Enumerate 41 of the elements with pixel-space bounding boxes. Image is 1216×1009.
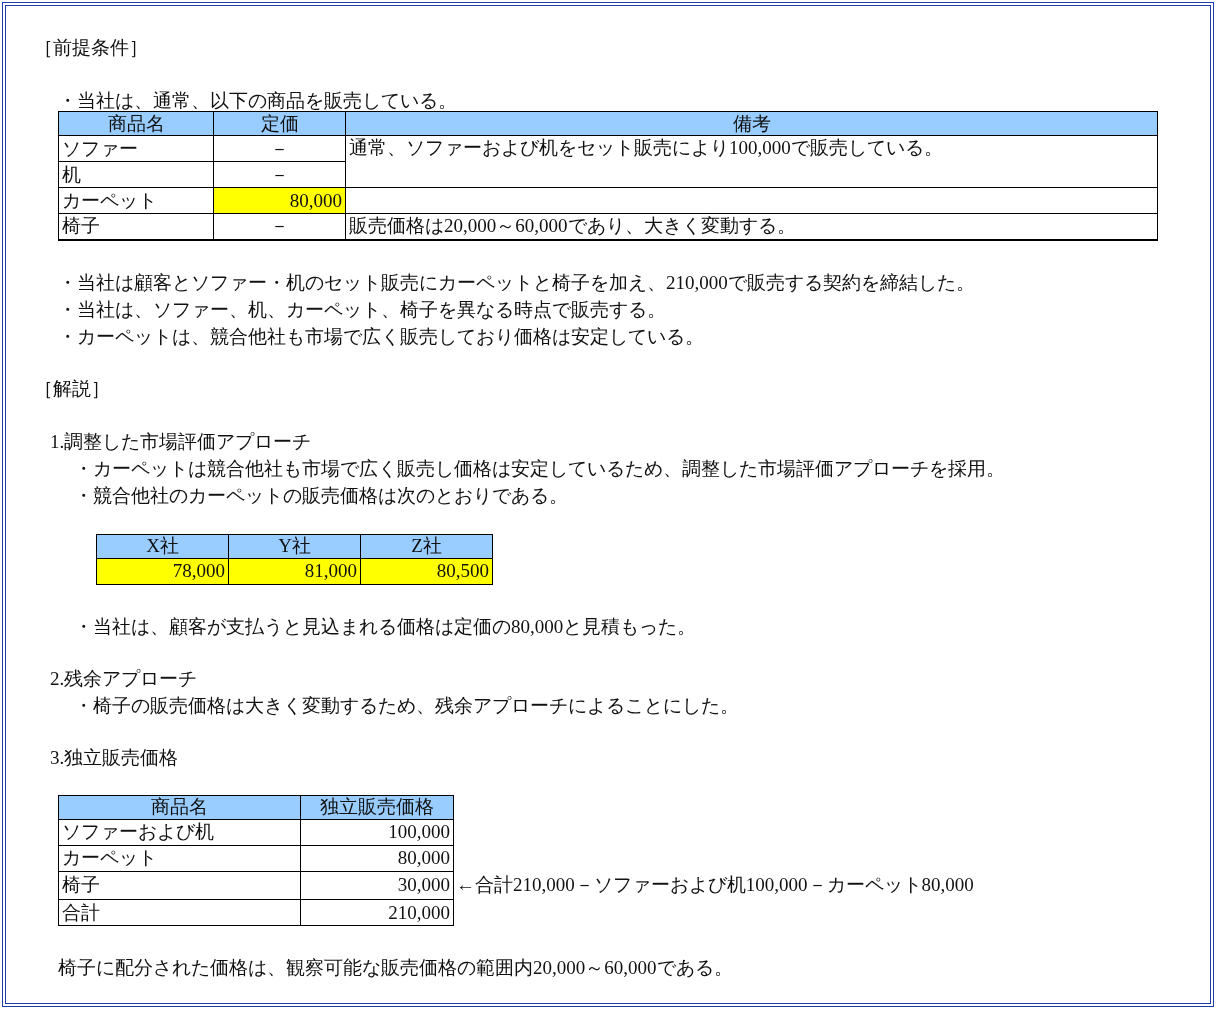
column-header: 独立販売価格	[300, 795, 454, 819]
bullet-text: ・当社は、顧客が支払うと見込まれる価格は定価の80,000と見積もった。	[74, 614, 698, 639]
table-cell: 100,000	[300, 819, 454, 845]
column-header: X社	[96, 534, 229, 558]
table-cell: カーペット	[58, 187, 214, 214]
table-cell: 210,000	[300, 899, 454, 926]
table-cell: 81,000	[228, 558, 361, 584]
table-cell: 椅子	[58, 871, 301, 900]
section-heading: ［前提条件］	[34, 36, 149, 60]
table-cell: 椅子	[58, 213, 214, 240]
column-header: 商品名	[58, 111, 214, 136]
bullet-text: ・椅子の販売価格は大きく変動するため、残余アプローチによることにした。	[74, 693, 740, 718]
column-header: Z社	[360, 534, 493, 558]
column-header: 備考	[345, 111, 1158, 136]
bullet-text: ・当社は、ソファー、机、カーペット、椅子を異なる時点で販売する。	[58, 297, 667, 322]
table-cell: 30,000	[300, 871, 454, 900]
section-title: 2.残余アプローチ	[50, 666, 199, 691]
column-header: 定価	[213, 111, 346, 136]
section-title: 3.独立販売価格	[50, 745, 180, 770]
bullet-text: ・競合他社のカーペットの販売価格は次のとおりである。	[74, 483, 569, 508]
table-cell: 机	[58, 161, 214, 188]
table-cell: －	[213, 135, 346, 162]
table-cell: 80,000	[213, 187, 346, 214]
table-cell: カーペット	[58, 845, 301, 871]
section-heading: ［解説］	[34, 376, 111, 401]
column-header: Y社	[228, 534, 361, 558]
table-cell: ソファー	[58, 135, 214, 162]
table-cell: ソファーおよび机	[58, 819, 301, 845]
bullet-text: ・当社は、通常、以下の商品を販売している。	[58, 89, 458, 113]
conclusion-text: 椅子に配分された価格は、観察可能な販売価格の範囲内20,000～60,000である。	[57, 956, 734, 980]
bullet-text: ・当社は顧客とソファー・机のセット販売にカーペットと椅子を加え、210,000で販売する契約を締結した。	[58, 270, 976, 295]
table-cell: 78,000	[96, 558, 229, 584]
annotation-text: ←合計210,000－ソファーおよび机100,000－カーペット80,000	[456, 874, 974, 895]
section-title: 1.調整した市場評価アプローチ	[50, 429, 313, 454]
table-cell: 通常、ソファーおよび机をセット販売により100,000で販売している。	[345, 135, 1158, 188]
bullet-text: ・カーペットは、競合他社も市場で広く販売しており価格は安定している。	[58, 324, 705, 349]
column-header: 商品名	[58, 795, 301, 819]
bullet-text: ・カーペットは競合他社も市場で広く販売し価格は安定しているため、調整した市場評価アプローチを採用。	[74, 456, 1006, 481]
table-cell: 80,000	[300, 845, 454, 871]
table-cell: 合計	[58, 899, 301, 926]
table-cell: 80,500	[360, 558, 493, 584]
